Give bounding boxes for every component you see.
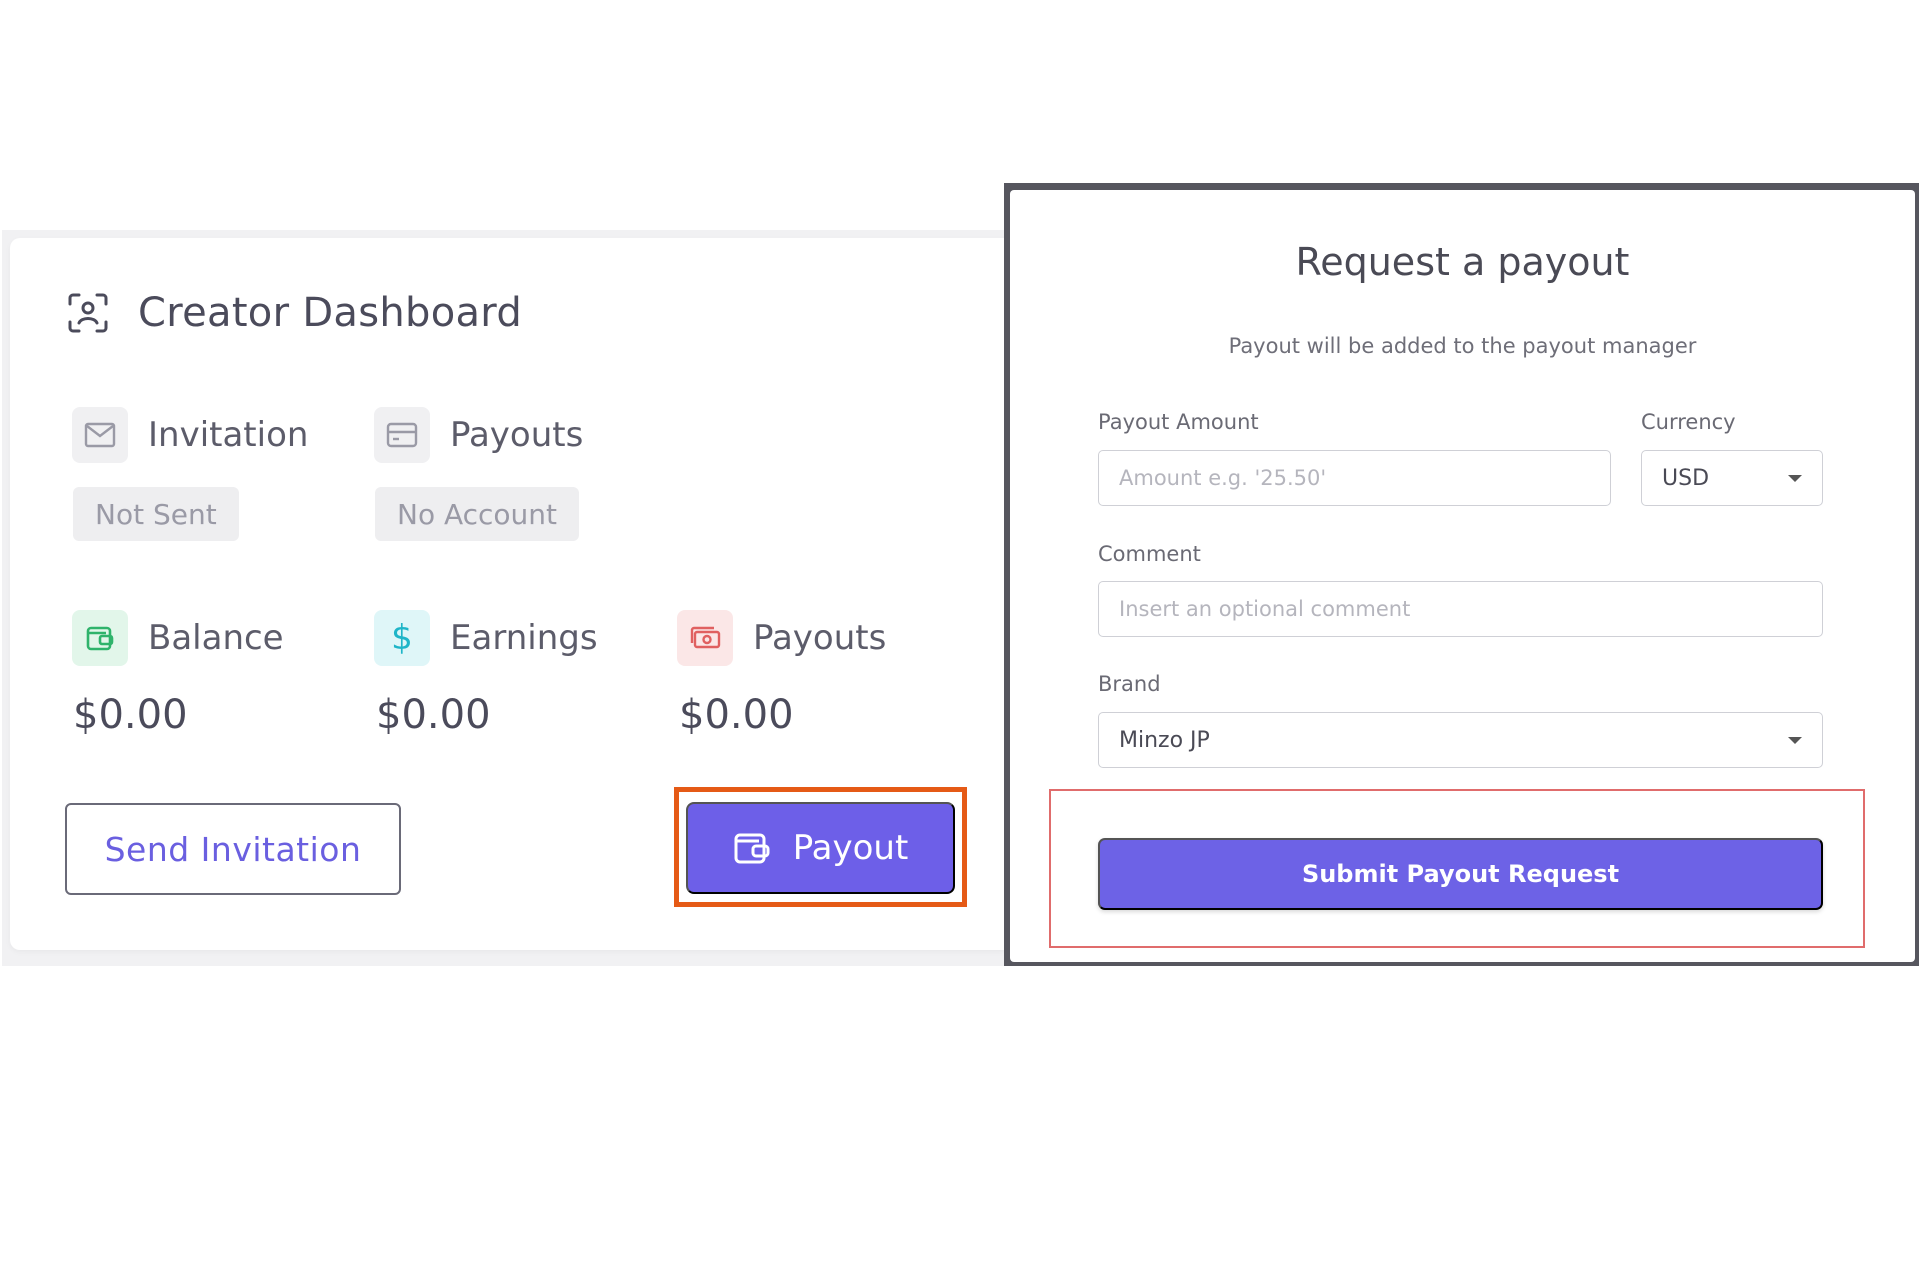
earnings-label: Earnings	[450, 618, 598, 658]
invitation-status-badge: Not Sent	[73, 487, 239, 541]
payouts-account-status: Payouts	[374, 407, 583, 463]
submit-payout-request-button[interactable]: Submit Payout Request	[1098, 838, 1823, 910]
payout-button[interactable]: Payout	[686, 802, 955, 894]
balance-metric: Balance	[72, 610, 284, 666]
currency-label: Currency	[1641, 410, 1736, 434]
payout-amount-label: Payout Amount	[1098, 410, 1259, 434]
balance-label: Balance	[148, 618, 284, 658]
payouts-value: $0.00	[679, 692, 794, 738]
brand-select[interactable]: Minzo JP	[1098, 712, 1823, 768]
send-invitation-button[interactable]: Send Invitation	[65, 803, 401, 895]
earnings-metric: $ Earnings	[374, 610, 598, 666]
comment-label: Comment	[1098, 542, 1201, 566]
dashboard-title: Creator Dashboard	[138, 290, 523, 336]
brand-value: Minzo JP	[1119, 727, 1210, 753]
credit-card-icon	[374, 407, 430, 463]
payouts-account-label: Payouts	[450, 415, 584, 455]
dollar-icon: $	[374, 610, 430, 666]
dashboard-header: Creator Dashboard	[66, 290, 522, 336]
currency-select[interactable]: USD	[1641, 450, 1823, 506]
payouts-metric: Payouts	[677, 610, 886, 666]
chevron-down-icon	[1788, 736, 1802, 744]
cash-icon	[677, 610, 733, 666]
screenshot-canvas: Creator Dashboard Invitation Not Sent Pa…	[0, 0, 1920, 1280]
modal-subtitle: Payout will be added to the payout manag…	[1228, 334, 1697, 358]
currency-value: USD	[1662, 465, 1710, 491]
payout-button-label: Payout	[792, 828, 909, 868]
invitation-label: Invitation	[148, 415, 309, 455]
invitation-status: Invitation	[72, 407, 308, 463]
payout-amount-input[interactable]: Amount e.g. '25.50'	[1098, 450, 1611, 506]
chevron-down-icon	[1788, 474, 1802, 482]
brand-label: Brand	[1098, 672, 1161, 696]
user-scan-icon	[66, 291, 110, 335]
comment-input[interactable]: Insert an optional comment	[1098, 581, 1823, 637]
balance-value: $0.00	[73, 692, 188, 738]
payouts-account-badge: No Account	[375, 487, 580, 541]
wallet-icon	[733, 829, 771, 867]
modal-title: Request a payout	[1295, 240, 1630, 284]
earnings-value: $0.00	[376, 692, 491, 738]
wallet-icon	[72, 610, 128, 666]
payouts-label: Payouts	[753, 618, 887, 658]
mail-icon	[72, 407, 128, 463]
